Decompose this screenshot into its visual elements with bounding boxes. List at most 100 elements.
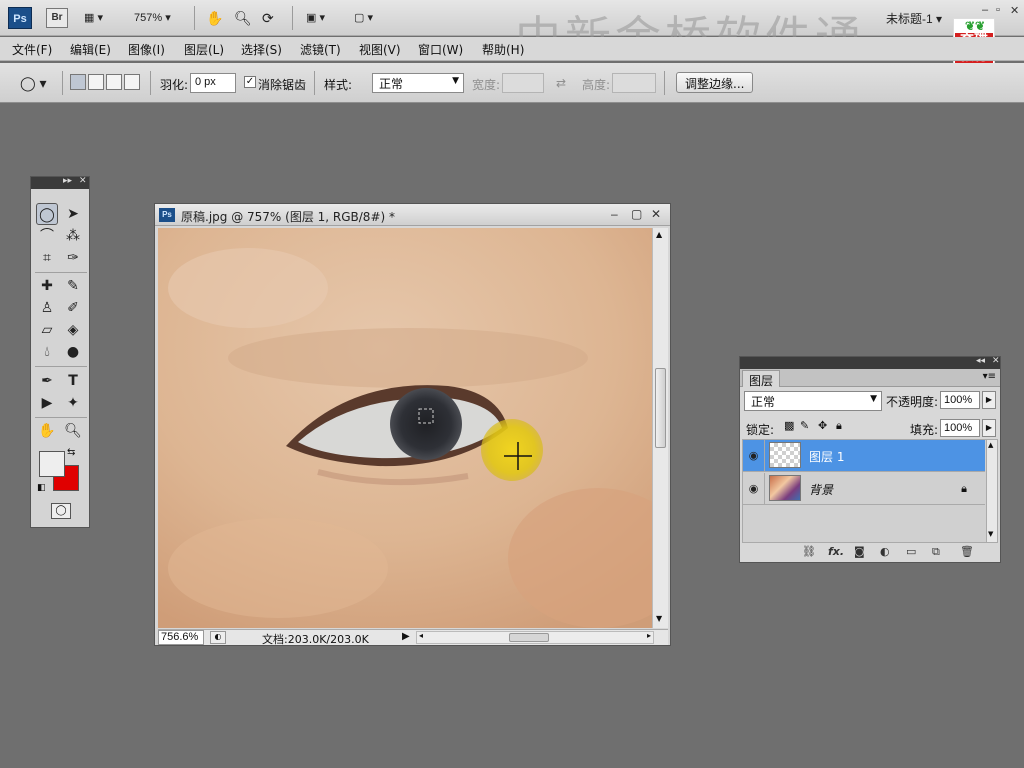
menu-file[interactable]: 文件(F) bbox=[12, 41, 52, 58]
spot-healing-tool-icon[interactable]: ✚ bbox=[36, 275, 58, 297]
height-input[interactable] bbox=[612, 73, 656, 93]
scroll-up-icon[interactable]: ▲ bbox=[656, 230, 662, 239]
minimize-icon[interactable]: ‒ bbox=[982, 4, 988, 16]
zoom-tool-icon[interactable]: 🔍︎ bbox=[62, 420, 84, 442]
horizontal-scroll-thumb[interactable] bbox=[509, 633, 549, 642]
swap-colors-icon[interactable]: ⇆ bbox=[67, 447, 75, 458]
lock-transparent-icon[interactable]: ▩ bbox=[784, 419, 794, 432]
document-title-bar[interactable]: Ps 原稿.jpg @ 757% (图层 1, RGB/8#) * ‒ ▢ ✕ bbox=[155, 204, 670, 226]
scroll-down-icon[interactable]: ▼ bbox=[656, 614, 662, 623]
horizontal-scrollbar[interactable]: ◂ ▸ bbox=[416, 631, 654, 644]
scroll-down-icon[interactable]: ▼ bbox=[988, 530, 993, 538]
blend-mode-dropdown[interactable]: 正常 ▼ bbox=[744, 391, 882, 411]
dodge-tool-icon[interactable]: ● bbox=[62, 341, 84, 363]
opacity-input[interactable]: 100% bbox=[940, 391, 980, 409]
status-arrow-icon[interactable]: ▶ bbox=[402, 631, 410, 642]
style-dropdown[interactable]: 正常 ▼ bbox=[372, 73, 464, 93]
mask-icon[interactable]: ◙ bbox=[854, 545, 865, 558]
screen-mode-button[interactable]: ▢ ▾ bbox=[354, 8, 373, 28]
hand-tool-icon[interactable]: ✋ bbox=[36, 420, 58, 442]
intersect-selection-icon[interactable] bbox=[124, 74, 140, 90]
layers-panel-header[interactable]: ◂◂ ✕ bbox=[740, 356, 1000, 369]
layer-row-layer1[interactable]: ◉ 图层 1 bbox=[743, 440, 985, 472]
rotate-view-icon[interactable]: ⟳ bbox=[262, 8, 274, 28]
bridge-button[interactable]: Br bbox=[46, 8, 68, 28]
vertical-scrollbar[interactable]: ▲ ▼ bbox=[652, 228, 668, 628]
feather-input[interactable]: 0 px bbox=[190, 73, 236, 93]
menu-edit[interactable]: 编辑(E) bbox=[70, 41, 111, 58]
menu-image[interactable]: 图像(I) bbox=[128, 41, 165, 58]
arrange-documents-button[interactable]: ▣ ▾ bbox=[306, 8, 325, 28]
scroll-left-icon[interactable]: ◂ bbox=[419, 631, 423, 640]
crop-tool-icon[interactable]: ⌗ bbox=[36, 247, 58, 269]
lock-all-icon[interactable]: 🔒︎ bbox=[836, 419, 842, 433]
elliptical-marquee-tool-icon[interactable]: ◯ bbox=[36, 203, 58, 225]
workspace-title[interactable]: 未标题-1 ▾ bbox=[886, 10, 942, 27]
type-tool-icon[interactable]: T bbox=[62, 370, 84, 392]
pen-tool-icon[interactable]: ✒ bbox=[36, 370, 58, 392]
width-input[interactable] bbox=[502, 73, 544, 93]
hand-tool-icon[interactable]: ✋ bbox=[206, 8, 223, 28]
add-to-selection-icon[interactable] bbox=[88, 74, 104, 90]
default-colors-icon[interactable]: ◧ bbox=[37, 483, 46, 493]
antialias-checkbox[interactable]: ✓ bbox=[244, 76, 256, 88]
visibility-eye-icon[interactable]: ◉ bbox=[743, 473, 765, 505]
close-panel-icon[interactable]: ✕ bbox=[992, 356, 1000, 366]
scroll-up-icon[interactable]: ▲ bbox=[988, 441, 993, 449]
zoom-tool-icon[interactable]: 🔍︎ bbox=[234, 8, 252, 28]
foreground-color-swatch[interactable] bbox=[39, 451, 65, 477]
lasso-tool-icon[interactable]: ⌒ bbox=[36, 225, 58, 247]
paint-bucket-tool-icon[interactable]: ◈ bbox=[62, 319, 84, 341]
clone-stamp-tool-icon[interactable]: ♙ bbox=[36, 297, 58, 319]
group-icon[interactable]: ▭ bbox=[906, 545, 916, 558]
close-icon[interactable]: ✕ bbox=[651, 207, 661, 221]
opacity-arrow-icon[interactable]: ▶ bbox=[982, 391, 996, 409]
eraser-tool-icon[interactable]: ▱ bbox=[36, 319, 58, 341]
menu-select[interactable]: 选择(S) bbox=[241, 41, 282, 58]
panel-menu-icon[interactable]: ▾≡ bbox=[983, 371, 996, 382]
vertical-scroll-thumb[interactable] bbox=[655, 368, 666, 448]
zoom-field[interactable]: 756.6% bbox=[158, 630, 204, 645]
menu-view[interactable]: 视图(V) bbox=[359, 41, 401, 58]
collapse-panel-icon[interactable]: ▸▸ bbox=[63, 176, 72, 186]
fill-arrow-icon[interactable]: ▶ bbox=[982, 419, 996, 437]
move-tool-icon[interactable]: ➤ bbox=[62, 203, 84, 225]
layer-row-background[interactable]: ◉ 背景 🔒︎ bbox=[743, 473, 985, 505]
maximize-icon[interactable]: ▢ bbox=[631, 207, 642, 221]
layers-scrollbar[interactable]: ▲ ▼ bbox=[986, 440, 997, 542]
lock-position-icon[interactable]: ✥ bbox=[818, 419, 827, 432]
menu-layer[interactable]: 图层(L) bbox=[184, 41, 224, 58]
visibility-eye-icon[interactable]: ◉ bbox=[743, 440, 765, 472]
new-selection-icon[interactable] bbox=[70, 74, 86, 90]
status-menu-icon[interactable]: ◐ bbox=[210, 631, 226, 644]
fill-input[interactable]: 100% bbox=[940, 419, 980, 437]
swap-width-height-icon[interactable]: ⇄ bbox=[556, 76, 566, 90]
path-selection-tool-icon[interactable]: ▶ bbox=[36, 392, 58, 414]
link-icon[interactable]: ⛓ bbox=[802, 545, 816, 558]
tab-layers[interactable]: 图层 bbox=[742, 370, 781, 388]
tools-panel-header[interactable]: ▸▸ ✕ bbox=[31, 176, 89, 189]
photoshop-logo[interactable]: Ps bbox=[8, 7, 32, 29]
lock-pixels-icon[interactable]: ✎ bbox=[800, 419, 809, 432]
zoom-level-dropdown[interactable]: 757% ▾ bbox=[134, 8, 171, 28]
menu-filter[interactable]: 滤镜(T) bbox=[300, 41, 341, 58]
subtract-from-selection-icon[interactable] bbox=[106, 74, 122, 90]
close-icon[interactable]: ✕ bbox=[1010, 4, 1019, 17]
magic-wand-tool-icon[interactable]: ⁂ bbox=[62, 225, 84, 247]
adjustment-icon[interactable]: ◐ bbox=[880, 545, 890, 558]
minimize-icon[interactable]: ‒ bbox=[611, 207, 618, 221]
new-layer-icon[interactable]: ⧉ bbox=[932, 545, 940, 559]
refine-edge-button[interactable]: 调整边缘... bbox=[676, 72, 754, 93]
image-canvas[interactable] bbox=[158, 228, 652, 628]
menu-help[interactable]: 帮助(H) bbox=[482, 41, 524, 58]
collapse-panel-icon[interactable]: ◂◂ bbox=[976, 356, 985, 366]
brush-tool-icon[interactable]: ✎ bbox=[62, 275, 84, 297]
eyedropper-tool-icon[interactable]: ✑ bbox=[62, 247, 84, 269]
restore-icon[interactable]: ▫ bbox=[996, 4, 1000, 16]
elliptical-marquee-preset-icon[interactable]: ◯ ▾ bbox=[20, 73, 47, 93]
custom-shape-tool-icon[interactable]: ✦ bbox=[62, 392, 84, 414]
fx-icon[interactable]: fx. bbox=[828, 545, 844, 558]
view-extras-button[interactable]: ▦ ▾ bbox=[84, 8, 103, 28]
blur-tool-icon[interactable]: 💧︎ bbox=[36, 341, 58, 363]
trash-icon[interactable]: 🗑︎ bbox=[960, 545, 974, 558]
